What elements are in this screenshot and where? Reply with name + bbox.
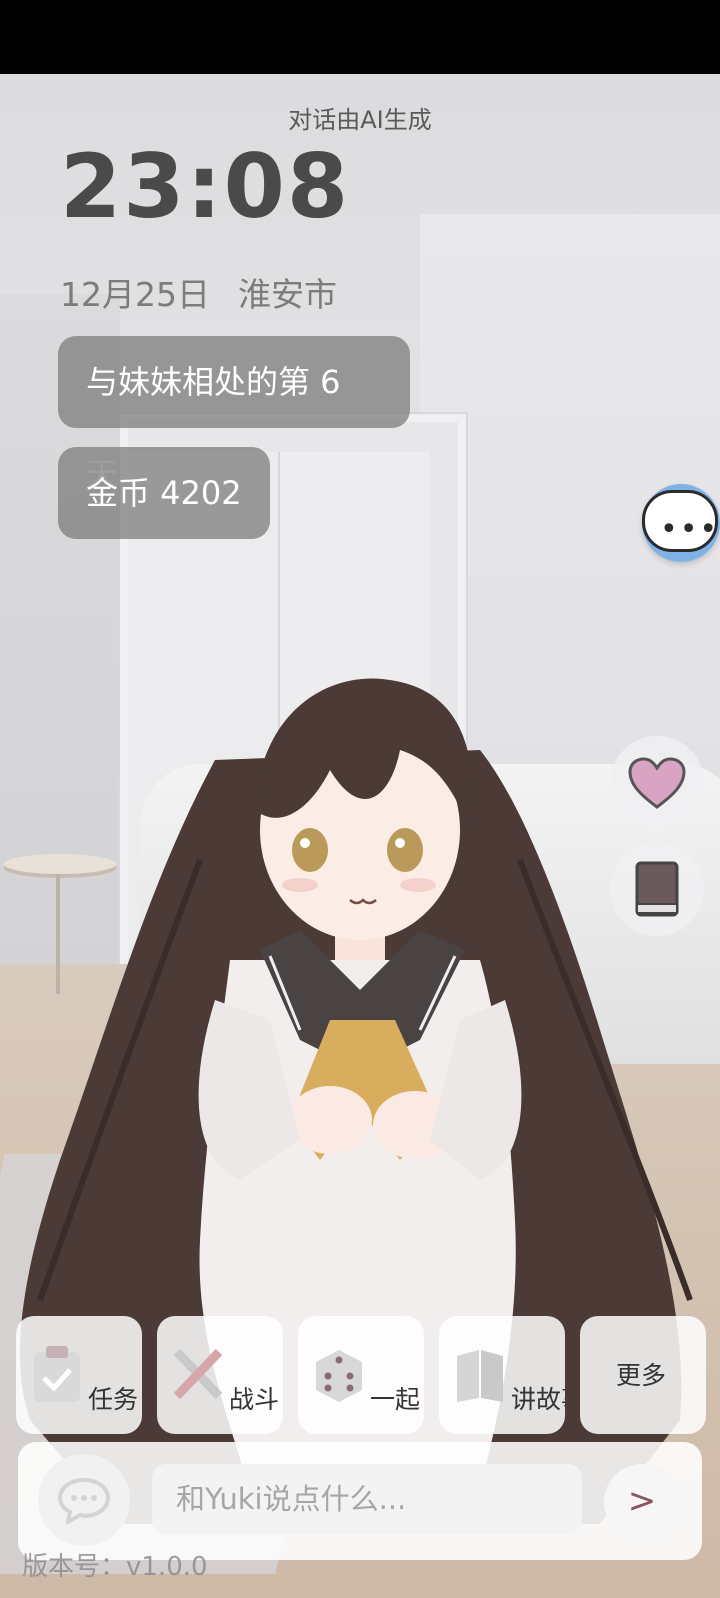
favorability-button[interactable] [610,736,704,830]
chat-fab-button[interactable]: ••• [642,484,720,562]
task-label: 任务 [88,1385,139,1414]
storytelling-label: 讲故事 [511,1385,565,1414]
open-book-icon [457,1350,503,1402]
send-button[interactable]: > [604,1464,680,1540]
date-location: 12月25日 淮安市 [60,268,337,316]
battle-button[interactable]: 战斗 [157,1316,283,1434]
more-label: 更多 [616,1361,667,1390]
date-text: 12月25日 [60,275,210,314]
version-label: 版本号：v1.0.0 [22,1552,208,1582]
speech-bubble-icon [57,1477,111,1524]
status-bar [0,0,720,74]
clipboard-check-icon [34,1346,80,1402]
play-together-label: 一起 [370,1385,421,1414]
heart-icon [628,757,686,809]
days-together-badge: 与妹妹相处的第 6 天 [58,336,410,493]
battle-label: 战斗 [229,1385,280,1414]
ai-generated-notice: 对话由AI生成 [288,106,432,134]
more-button[interactable]: 更多 [580,1316,706,1434]
book-icon [635,861,679,917]
city-text: 淮安市 [237,275,337,314]
storytelling-button[interactable]: 讲故事 [439,1316,565,1434]
diary-button[interactable] [610,842,704,936]
ellipsis-icon: ••• [660,512,720,547]
clock-time: 23:08 [60,135,351,238]
chat-input-bar: > [18,1442,702,1560]
play-together-button[interactable]: 一起 [298,1316,424,1434]
crossed-swords-icon [173,1348,223,1400]
dice-icon [316,1350,362,1402]
speech-mode-button[interactable] [38,1454,130,1546]
task-button[interactable]: 任务 [16,1316,142,1434]
message-input[interactable] [152,1464,582,1534]
gold-coins-badge: 金币 4202 [58,447,270,539]
